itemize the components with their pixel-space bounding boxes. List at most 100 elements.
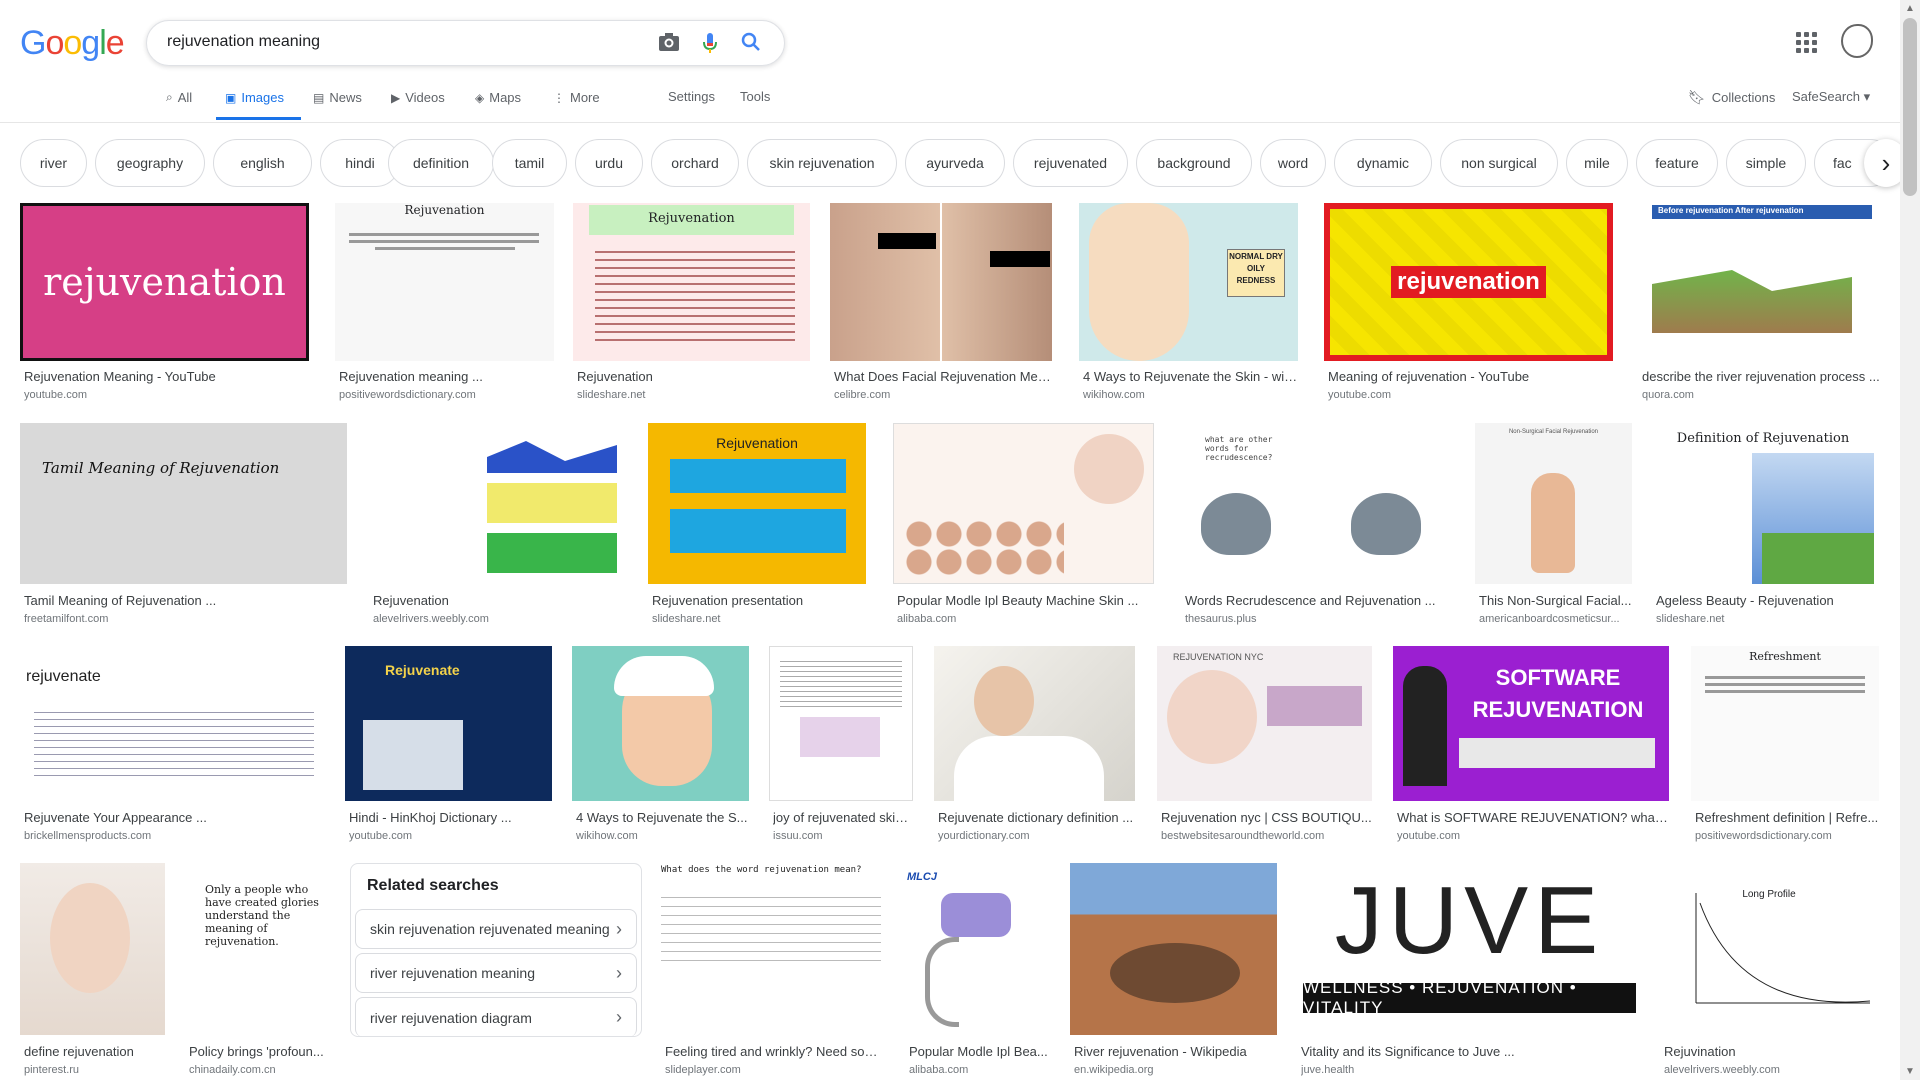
result-source[interactable]: youtube.com xyxy=(24,389,309,401)
scroll-down-arrow-icon[interactable]: ▼ xyxy=(1905,1066,1915,1077)
result-title[interactable]: Policy brings 'profoun... xyxy=(189,1044,330,1059)
result-title[interactable]: Rejuvenation presentation xyxy=(652,593,866,608)
result-source[interactable]: thesaurus.plus xyxy=(1185,613,1455,625)
tab-maps[interactable]: ◈ Maps xyxy=(475,90,521,105)
result-title[interactable]: Tamil Meaning of Rejuvenation ... xyxy=(24,593,347,608)
apps-grid-icon[interactable] xyxy=(1796,32,1818,54)
chip[interactable]: background xyxy=(1136,139,1252,187)
result-source[interactable]: quora.com xyxy=(1642,389,1880,401)
chip[interactable]: tamil xyxy=(492,139,567,187)
result-title[interactable]: Rejuvenation nyc | CSS BOUTIQU... xyxy=(1161,810,1372,825)
result-title[interactable]: What Does Facial Rejuvenation Mean? xyxy=(834,369,1052,384)
tab-news[interactable]: ▤ News xyxy=(313,90,362,105)
result-title[interactable]: Meaning of rejuvenation - YouTube xyxy=(1328,369,1613,384)
result-source[interactable]: slideshare.net xyxy=(577,389,810,401)
result-source[interactable]: bestwebsitesaroundtheworld.com xyxy=(1161,830,1372,842)
mic-icon[interactable] xyxy=(698,32,722,56)
result-source[interactable]: wikihow.com xyxy=(1083,389,1298,401)
result-title[interactable]: Rejuvenation Meaning - YouTube xyxy=(24,369,309,384)
result-title[interactable]: 4 Ways to Rejuvenate the S... xyxy=(576,810,749,825)
chip[interactable]: mile xyxy=(1566,139,1628,187)
result-source[interactable]: americanboardcosmeticsur... xyxy=(1479,613,1632,625)
related-search-item[interactable]: river rejuvenation diagram › xyxy=(355,997,637,1037)
result-title[interactable]: 4 Ways to Rejuvenate the Skin - wiki... xyxy=(1083,369,1298,384)
result-source[interactable]: slideplayer.com xyxy=(665,1064,885,1076)
chip[interactable]: simple xyxy=(1726,139,1806,187)
result-title[interactable]: joy of rejuvenated skin... xyxy=(773,810,913,825)
settings-link[interactable]: Settings xyxy=(668,89,715,104)
chip[interactable]: orchard xyxy=(651,139,739,187)
result-source[interactable]: issuu.com xyxy=(773,830,913,842)
chip[interactable]: rejuvenated xyxy=(1013,139,1128,187)
tab-images[interactable]: ▣ Images xyxy=(225,90,284,105)
result-title[interactable]: Rejuvenation xyxy=(577,369,810,384)
tools-link[interactable]: Tools xyxy=(740,89,770,104)
result-title[interactable]: Words Recrudescence and Rejuvenation ... xyxy=(1185,593,1455,608)
result-title[interactable]: Popular Modle Ipl Bea... xyxy=(909,1044,1050,1059)
result-source[interactable]: celibre.com xyxy=(834,389,1052,401)
result-title[interactable]: Rejuvenation meaning ... xyxy=(339,369,554,384)
result-title[interactable]: Ageless Beauty - Rejuvenation xyxy=(1656,593,1874,608)
result-title[interactable]: describe the river rejuvenation process … xyxy=(1642,369,1880,384)
result-source[interactable]: slideshare.net xyxy=(1656,613,1874,625)
result-source[interactable]: youtube.com xyxy=(1397,830,1669,842)
collections-link[interactable]: 🔖︎ Collections xyxy=(1688,89,1775,106)
google-logo[interactable]: Google xyxy=(20,24,125,63)
result-title[interactable]: Vitality and its Significance to Juve ..… xyxy=(1301,1044,1642,1059)
tab-all[interactable]: ⌕ All xyxy=(166,90,192,105)
search-input[interactable] xyxy=(167,33,597,51)
result-source[interactable]: juve.health xyxy=(1301,1064,1642,1076)
result-source[interactable]: pinterest.ru xyxy=(24,1064,165,1076)
result-title[interactable]: River rejuvenation - Wikipedia xyxy=(1074,1044,1277,1059)
account-avatar[interactable] xyxy=(1841,24,1873,58)
result-title[interactable]: What is SOFTWARE REJUVENATION? what ... xyxy=(1397,810,1669,825)
chip[interactable]: dynamic xyxy=(1334,139,1432,187)
result-title[interactable]: Feeling tired and wrinkly? Need som... xyxy=(665,1044,885,1059)
result-source[interactable]: brickellmensproducts.com xyxy=(24,830,325,842)
top-bar: Google ⌕All ▣Images ▤News ▶Videos ◈Maps … xyxy=(0,0,1920,123)
result-source[interactable]: alibaba.com xyxy=(909,1064,1050,1076)
result-source[interactable]: chinadaily.com.cn xyxy=(189,1064,330,1076)
chip[interactable]: skin rejuvenation xyxy=(747,139,897,187)
chip[interactable]: river xyxy=(20,139,87,187)
result-source[interactable]: youtube.com xyxy=(1328,389,1613,401)
vertical-scrollbar[interactable]: ▲ ▼ xyxy=(1900,0,1920,1080)
result-source[interactable]: positivewordsdictionary.com xyxy=(339,389,554,401)
result-title[interactable]: Rejuvenation xyxy=(373,593,627,608)
result-source[interactable]: wikihow.com xyxy=(576,830,749,842)
result-title[interactable]: Rejuvination xyxy=(1664,1044,1878,1059)
result-source[interactable]: en.wikipedia.org xyxy=(1074,1064,1277,1076)
result-title[interactable]: Popular Modle Ipl Beauty Machine Skin ..… xyxy=(897,593,1154,608)
result-source[interactable]: alevelrivers.weebly.com xyxy=(373,613,627,625)
result-source[interactable]: positivewordsdictionary.com xyxy=(1695,830,1879,842)
result-title[interactable]: define rejuvenation xyxy=(24,1044,165,1059)
result-source[interactable]: alevelrivers.weebly.com xyxy=(1664,1064,1878,1076)
tab-more[interactable]: ⋮ More xyxy=(553,90,600,105)
scrollbar-thumb[interactable] xyxy=(1903,18,1917,196)
camera-icon[interactable] xyxy=(657,32,681,56)
result-source[interactable]: slideshare.net xyxy=(652,613,866,625)
chip[interactable]: non surgical xyxy=(1440,139,1558,187)
chip[interactable]: definition xyxy=(388,139,494,187)
chip[interactable]: word xyxy=(1260,139,1326,187)
related-search-item[interactable]: skin rejuvenation rejuvenated meaning › xyxy=(355,909,637,949)
result-title[interactable]: Hindi - HinKhoj Dictionary ... xyxy=(349,810,552,825)
chip[interactable]: urdu xyxy=(575,139,643,187)
result-title[interactable]: This Non-Surgical Facial... xyxy=(1479,593,1632,608)
result-title[interactable]: Rejuvenate dictionary definition ... xyxy=(938,810,1135,825)
scroll-up-arrow-icon[interactable]: ▲ xyxy=(1905,3,1915,14)
related-search-item[interactable]: river rejuvenation meaning › xyxy=(355,953,637,993)
tab-videos[interactable]: ▶ Videos xyxy=(391,90,445,105)
result-title[interactable]: Refreshment definition | Refre... xyxy=(1695,810,1879,825)
search-icon[interactable] xyxy=(739,32,763,56)
safesearch-dropdown[interactable]: SafeSearch ▾ xyxy=(1792,89,1870,105)
result-title[interactable]: Rejuvenate Your Appearance ... xyxy=(24,810,325,825)
result-source[interactable]: freetamilfont.com xyxy=(24,613,347,625)
chip[interactable]: feature xyxy=(1636,139,1718,187)
result-source[interactable]: youtube.com xyxy=(349,830,552,842)
result-source[interactable]: alibaba.com xyxy=(897,613,1154,625)
result-source[interactable]: yourdictionary.com xyxy=(938,830,1135,842)
chip[interactable]: geography xyxy=(95,139,205,187)
chip[interactable]: ayurveda xyxy=(905,139,1005,187)
chip[interactable]: english xyxy=(213,139,312,187)
